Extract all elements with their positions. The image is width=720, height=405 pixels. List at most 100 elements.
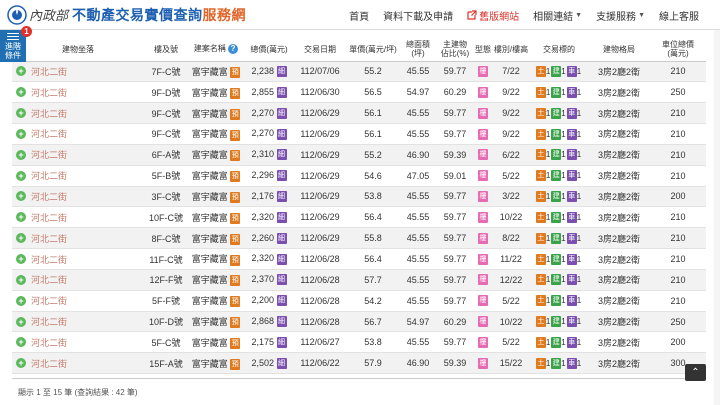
building-type-icon[interactable]: 樓: [478, 86, 488, 98]
detail-tag-icon[interactable]: 細: [276, 86, 287, 98]
building-type-icon[interactable]: 樓: [478, 65, 488, 77]
table-row[interactable]: + 河北二街 10F-C號 富宇藏富 預 2,320 細 112/06/29 56.4 45.…: [12, 206, 706, 229]
presale-tag-icon[interactable]: 預: [230, 150, 241, 162]
table-row[interactable]: + 河北二街 5F-B號 富宇藏富 預 2,296 細 112/06/29 54.6 47.0…: [12, 165, 706, 187]
address-link[interactable]: 河北二街: [31, 359, 67, 369]
col-header-project[interactable]: 建案名稱 ?: [188, 38, 244, 62]
table-row[interactable]: + 河北二街 11F-C號 富宇藏富 預 2,320 細 112/06/28 56.4 45.…: [12, 248, 706, 270]
expand-icon[interactable]: +: [16, 337, 26, 348]
table-row[interactable]: + 河北二街 12F-F號 富宇藏富 預 2,370 細 112/06/28 57.7 45.…: [12, 269, 706, 291]
col-header-target[interactable]: 交易標的: [530, 38, 588, 62]
address-link[interactable]: 河北二街: [31, 88, 67, 98]
col-header-floor[interactable]: 樓及號: [144, 38, 188, 62]
presale-tag-icon[interactable]: 預: [230, 192, 241, 204]
building-type-icon[interactable]: 樓: [478, 170, 488, 182]
expand-icon[interactable]: +: [16, 108, 26, 119]
building-type-icon[interactable]: 樓: [478, 336, 488, 348]
table-row[interactable]: + 河北二街 10F-D號 富宇藏富 預 2,868 細 112/06/28 56.7 54.…: [12, 311, 706, 333]
table-row[interactable]: + 河北二街 9F-C號 富宇藏富 預 2,270 細 112/06/29 56.1 45.5…: [12, 102, 706, 125]
nav-online-service[interactable]: 線上客服: [652, 8, 706, 23]
building-type-icon[interactable]: 樓: [478, 232, 488, 244]
presale-tag-icon[interactable]: 預: [230, 233, 241, 245]
detail-tag-icon[interactable]: 細: [276, 274, 287, 286]
expand-icon[interactable]: +: [16, 233, 26, 244]
presale-tag-icon[interactable]: 預: [230, 171, 241, 183]
table-row[interactable]: + 河北二街 9F-C號 富宇藏富 預 2,270 細 112/06/29 56.1 45.5…: [12, 123, 706, 145]
detail-tag-icon[interactable]: 細: [276, 211, 287, 223]
nav-data-download[interactable]: 資料下載及申請: [376, 8, 460, 23]
presale-tag-icon[interactable]: 預: [230, 296, 241, 308]
building-type-icon[interactable]: 樓: [478, 357, 488, 369]
detail-tag-icon[interactable]: 細: [276, 357, 287, 369]
building-type-icon[interactable]: 樓: [478, 149, 488, 161]
table-row[interactable]: + 河北二街 5F-F號 富宇藏富 預 2,200 細 112/06/28 54.2 45.5…: [12, 290, 706, 312]
nav-support[interactable]: 支援服務 ▼: [589, 8, 652, 23]
col-header-layout[interactable]: 建物格局: [588, 38, 650, 62]
expand-icon[interactable]: +: [16, 149, 26, 160]
detail-tag-icon[interactable]: 細: [276, 316, 287, 328]
building-type-icon[interactable]: 樓: [478, 191, 488, 203]
address-link[interactable]: 河北二街: [31, 109, 67, 119]
help-icon[interactable]: ?: [228, 44, 239, 55]
expand-icon[interactable]: +: [16, 128, 26, 139]
page-scrollbar[interactable]: [714, 30, 720, 405]
nav-related-links[interactable]: 相關連結 ▼: [526, 8, 589, 23]
presale-tag-icon[interactable]: 預: [230, 129, 241, 141]
table-row[interactable]: + 河北二街 6F-A號 富宇藏富 預 2,310 細 112/06/29 55.2 46.9…: [12, 144, 706, 166]
expand-icon[interactable]: +: [16, 254, 26, 265]
address-link[interactable]: 河北二街: [31, 171, 67, 181]
expand-icon[interactable]: +: [16, 316, 26, 327]
expand-icon[interactable]: +: [16, 358, 26, 369]
address-link[interactable]: 河北二街: [31, 255, 67, 265]
building-type-icon[interactable]: 樓: [478, 274, 488, 286]
detail-tag-icon[interactable]: 細: [276, 336, 287, 348]
detail-tag-icon[interactable]: 細: [276, 107, 287, 119]
building-type-icon[interactable]: 樓: [478, 211, 488, 223]
expand-icon[interactable]: +: [16, 170, 26, 181]
address-link[interactable]: 河北二街: [31, 129, 67, 139]
col-header-area[interactable]: 總面積 (坪): [400, 38, 436, 62]
col-header-unit-price[interactable]: 單價(萬元/坪): [346, 38, 400, 62]
address-link[interactable]: 河北二街: [31, 338, 67, 348]
table-row[interactable]: + 河北二街 3F-C號 富宇藏富 預 2,176 細 112/06/29 53.8 45.5…: [12, 186, 706, 208]
detail-tag-icon[interactable]: 細: [276, 128, 287, 140]
address-link[interactable]: 河北二街: [31, 296, 67, 306]
detail-tag-icon[interactable]: 細: [276, 149, 287, 161]
col-header-address[interactable]: 建物坐落: [12, 38, 144, 62]
presale-tag-icon[interactable]: 預: [230, 66, 241, 78]
table-row[interactable]: + 河北二街 15F-A號 富宇藏富 預 2,502 細 112/06/22 57.9 46.…: [12, 352, 706, 375]
address-link[interactable]: 河北二街: [31, 275, 67, 285]
expand-icon[interactable]: +: [16, 191, 26, 202]
address-link[interactable]: 河北二街: [31, 213, 67, 223]
building-type-icon[interactable]: 樓: [478, 316, 488, 328]
presale-tag-icon[interactable]: 預: [230, 212, 241, 224]
address-link[interactable]: 河北二街: [31, 150, 67, 160]
col-header-date[interactable]: 交易日期: [294, 38, 346, 62]
nav-old-site[interactable]: 舊版網站: [460, 8, 526, 23]
col-header-type[interactable]: 型態: [474, 38, 492, 62]
detail-tag-icon[interactable]: 細: [276, 191, 287, 203]
detail-tag-icon[interactable]: 細: [276, 253, 287, 265]
presale-tag-icon[interactable]: 預: [230, 87, 241, 99]
presale-tag-icon[interactable]: 預: [230, 337, 241, 349]
col-header-main-ratio[interactable]: 主建物 佔比(%): [436, 38, 474, 62]
building-type-icon[interactable]: 樓: [478, 253, 488, 265]
expand-icon[interactable]: +: [16, 274, 26, 285]
presale-tag-icon[interactable]: 預: [230, 358, 241, 370]
building-type-icon[interactable]: 樓: [478, 295, 488, 307]
building-type-icon[interactable]: 樓: [478, 107, 488, 119]
nav-home[interactable]: 首頁: [342, 8, 376, 23]
table-row[interactable]: + 河北二街 8F-C號 富宇藏富 預 2,260 細 112/06/29 55.8 45.5…: [12, 227, 706, 250]
address-link[interactable]: 河北二街: [31, 234, 67, 244]
table-row[interactable]: + 河北二街 7F-C號 富宇藏富 預 2,238 細 112/07/06 55.2 45.5…: [12, 61, 706, 83]
presale-tag-icon[interactable]: 預: [230, 254, 241, 266]
expand-icon[interactable]: +: [16, 295, 26, 306]
expand-icon[interactable]: +: [16, 66, 26, 77]
scroll-to-top-button[interactable]: ⌃: [685, 364, 706, 381]
detail-tag-icon[interactable]: 細: [276, 295, 287, 307]
site-logo[interactable]: 內政部 不動產交易實價查詢 服務網: [6, 4, 246, 26]
col-header-total[interactable]: 總價(萬元): [244, 38, 294, 62]
address-link[interactable]: 河北二街: [31, 317, 67, 327]
col-header-car-price[interactable]: 車位總價 (萬元): [650, 38, 706, 62]
expand-icon[interactable]: +: [16, 212, 26, 223]
